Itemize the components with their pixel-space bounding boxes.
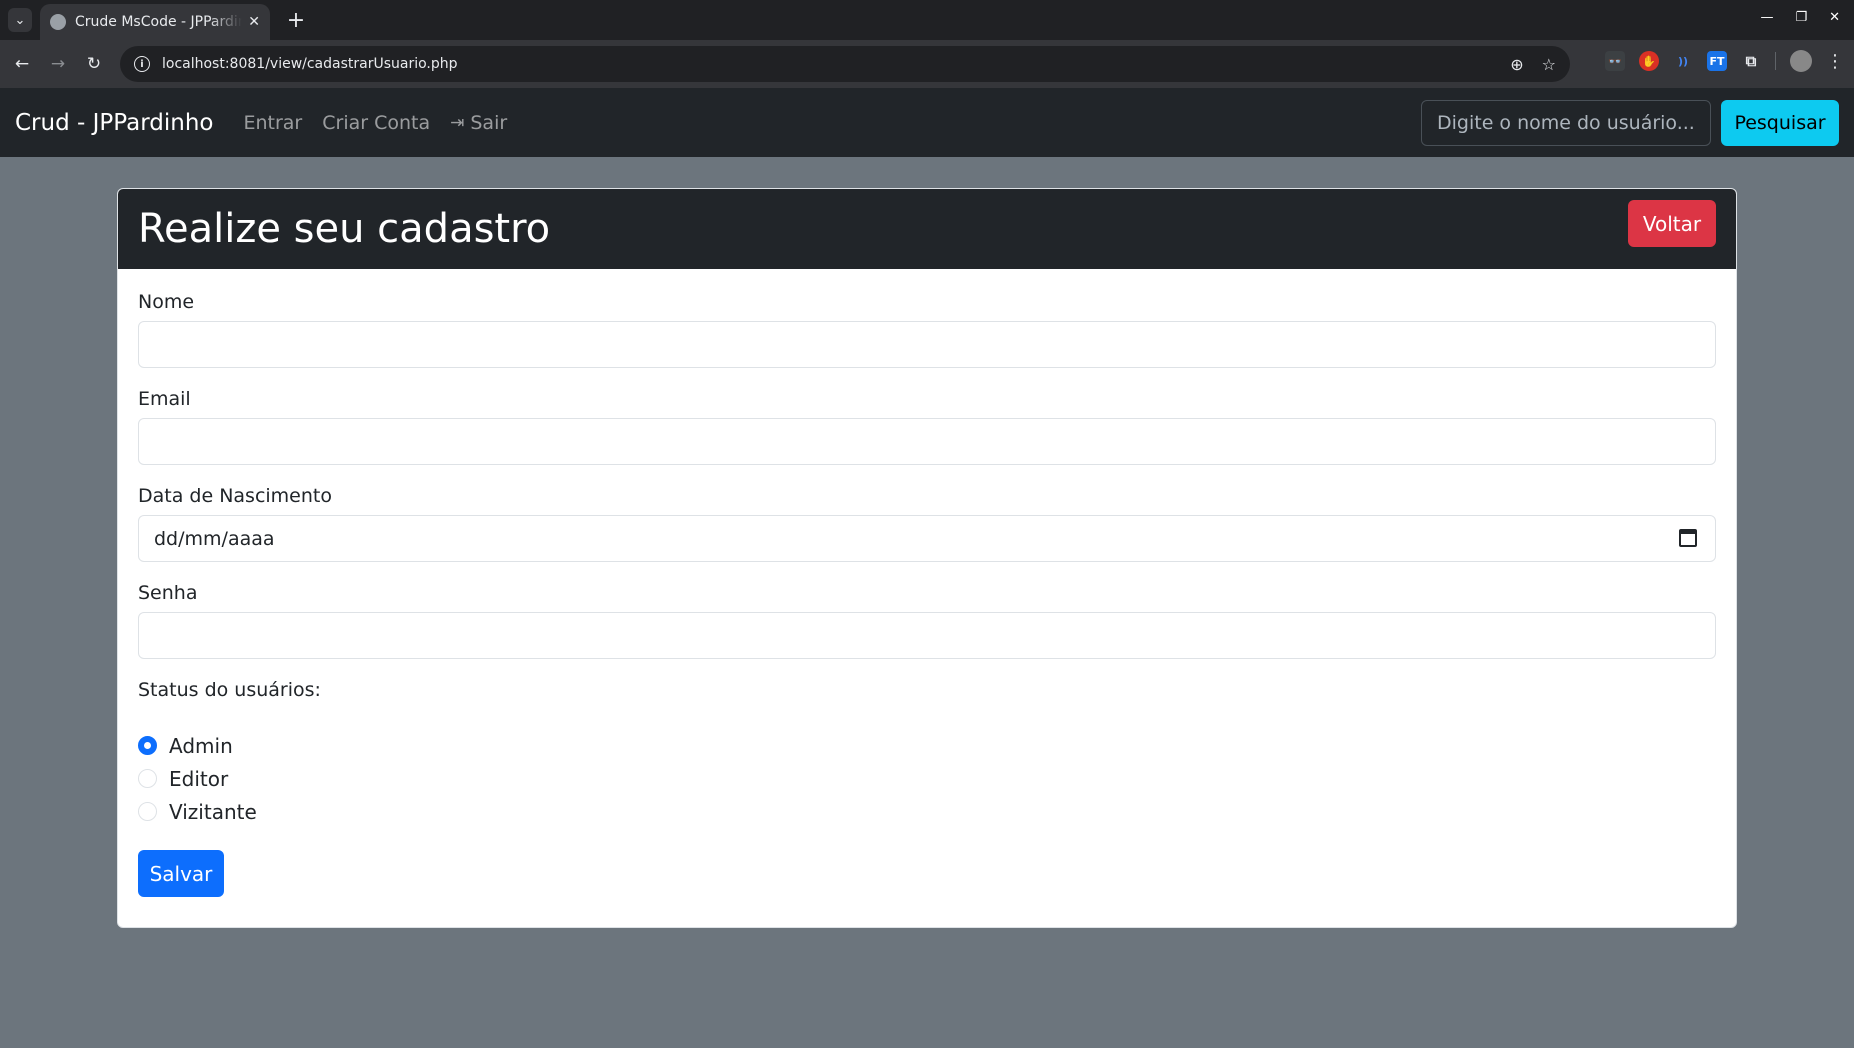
birthdate-field-group: Data de Nascimento dd/mm/aaaa [138,485,1716,562]
puzzle-extensions-icon[interactable]: ⧉ [1741,51,1761,71]
reload-icon[interactable]: ↻ [80,50,108,78]
new-tab-button[interactable]: + [282,6,310,34]
app-navbar: Crud - JPPardinho Entrar Criar Conta ⇥ S… [0,88,1854,157]
email-input[interactable] [138,418,1716,465]
birthdate-label: Data de Nascimento [138,485,332,507]
search-button[interactable]: Pesquisar [1721,100,1839,146]
close-window-icon[interactable]: ✕ [1829,10,1840,25]
name-label: Nome [138,291,195,313]
tab-close-icon[interactable]: ✕ [248,14,260,30]
nav-link-criar-conta[interactable]: Criar Conta [322,112,430,134]
register-card: Realize seu cadastro Voltar Nome Email D… [117,188,1737,928]
minimize-icon[interactable]: — [1760,10,1773,25]
browser-tab-bar: ⌄ Crude MsCode - JPPardinho ✕ + — ❐ ✕ [0,0,1854,40]
calendar-icon[interactable] [1679,529,1697,547]
forward-arrow-icon[interactable]: → [44,50,72,78]
translate-extension-icon[interactable]: FT [1707,51,1727,71]
back-button[interactable]: Voltar [1628,200,1716,247]
navbar-brand[interactable]: Crud - JPPardinho [15,110,213,136]
card-body: Nome Email Data de Nascimento dd/mm/aaaa… [118,269,1736,919]
password-field-group: Senha [138,582,1716,659]
window-controls: — ❐ ✕ [1760,10,1840,25]
back-arrow-icon[interactable]: ← [8,50,36,78]
maximize-icon[interactable]: ❐ [1795,10,1807,25]
extensions-area: 👓 ✋ )) FT ⧉ ⋮ [1605,50,1844,72]
nav-link-entrar[interactable]: Entrar [243,112,302,134]
card-header: Realize seu cadastro Voltar [118,189,1736,269]
radio-admin-label[interactable]: Admin [169,734,233,758]
exit-icon: ⇥ [450,112,465,133]
toolbar-separator [1775,52,1776,70]
browser-tab[interactable]: Crude MsCode - JPPardinho ✕ [40,4,270,40]
menu-kebab-icon[interactable]: ⋮ [1826,51,1844,72]
birthdate-input[interactable]: dd/mm/aaaa [138,515,1716,562]
wave-extension-icon[interactable]: )) [1673,51,1693,71]
birthdate-value: dd/mm/aaaa [154,527,275,550]
nav-link-sair[interactable]: ⇥ Sair [450,112,507,134]
tab-title: Crude MsCode - JPPardinho [75,14,243,30]
radio-editor[interactable] [138,769,157,788]
tab-search-button[interactable]: ⌄ [8,8,32,32]
profile-avatar-icon[interactable] [1790,50,1812,72]
email-field-group: Email [138,388,1716,465]
user-search-input[interactable]: Digite o nome do usuário... [1421,100,1711,146]
password-input[interactable] [138,612,1716,659]
zoom-icon[interactable]: ⊕ [1510,55,1523,74]
password-label: Senha [138,582,198,604]
address-bar[interactable]: i localhost:8081/view/cadastrarUsuario.p… [120,46,1570,82]
radio-vizitante[interactable] [138,802,157,821]
status-option-admin[interactable]: Admin [138,729,1716,762]
name-field-group: Nome [138,291,1716,368]
email-label: Email [138,388,191,410]
radio-admin[interactable] [138,736,157,755]
save-button[interactable]: Salvar [138,850,224,897]
status-option-vizitante[interactable]: Vizitante [138,795,1716,828]
bookmark-star-icon[interactable]: ☆ [1542,55,1556,74]
name-input[interactable] [138,321,1716,368]
browser-toolbar: ← → ↻ i localhost:8081/view/cadastrarUsu… [0,40,1854,88]
status-option-editor[interactable]: Editor [138,762,1716,795]
url-text[interactable]: localhost:8081/view/cadastrarUsuario.php [162,56,1492,72]
site-info-icon[interactable]: i [134,56,150,72]
page-title: Realize seu cadastro [138,206,551,252]
nav-link-sair-label: Sair [470,111,508,134]
radio-vizitante-label[interactable]: Vizitante [169,800,257,824]
radio-editor-label[interactable]: Editor [169,767,228,791]
stop-extension-icon[interactable]: ✋ [1639,51,1659,71]
glasses-extension-icon[interactable]: 👓 [1605,51,1625,71]
status-label: Status do usuários: [138,679,321,701]
globe-icon [50,14,66,30]
